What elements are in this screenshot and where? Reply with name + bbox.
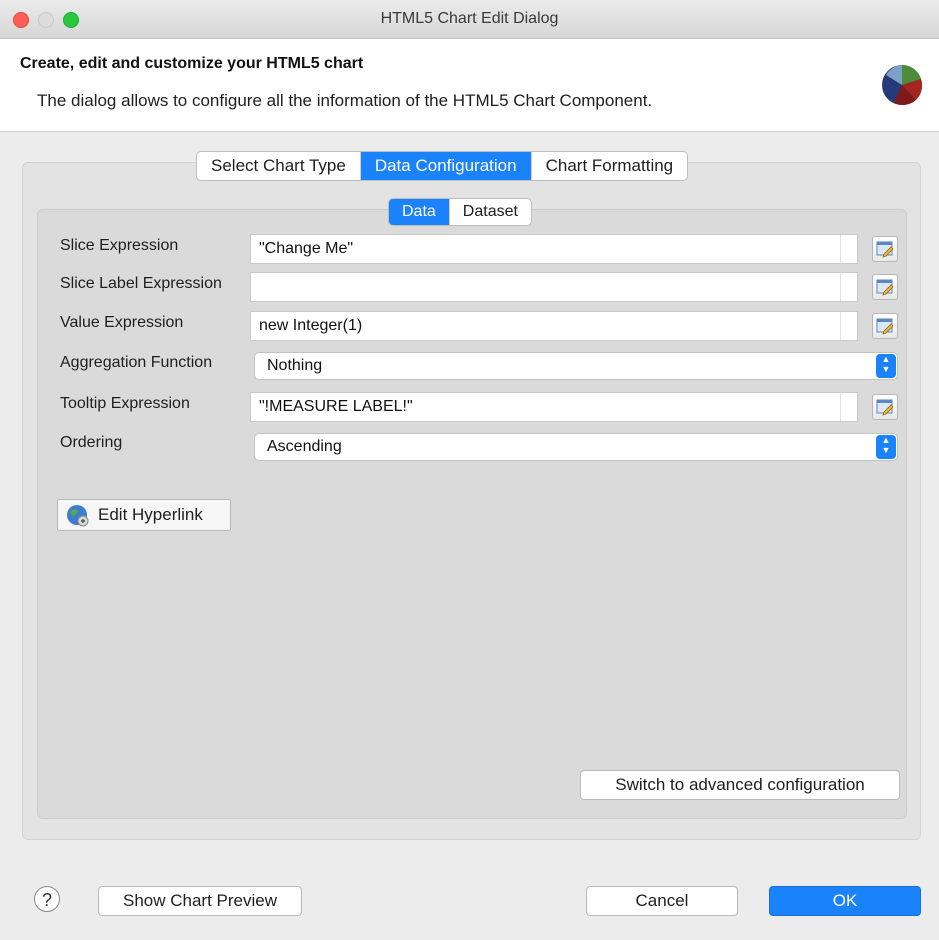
help-button[interactable]: ? bbox=[34, 886, 60, 912]
tab-chart-formatting[interactable]: Chart Formatting bbox=[532, 152, 688, 180]
slice-expression-edit-button[interactable] bbox=[872, 236, 898, 262]
switch-advanced-button[interactable]: Switch to advanced configuration bbox=[580, 770, 900, 800]
tab-data[interactable]: Data bbox=[389, 199, 450, 225]
value-expression-field[interactable]: new Integer(1) bbox=[250, 311, 858, 341]
tooltip-expression-value: "!MEASURE LABEL!" bbox=[259, 398, 413, 415]
dialog-header: Create, edit and customize your HTML5 ch… bbox=[0, 39, 939, 132]
value-expression-label: Value Expression bbox=[60, 314, 184, 331]
slice-label-expression-edit-button[interactable] bbox=[872, 274, 898, 300]
aggregation-function-select[interactable]: Nothing ▲ ▼ bbox=[254, 352, 898, 380]
header-title: Create, edit and customize your HTML5 ch… bbox=[20, 55, 364, 72]
configuration-panel: Select Chart Type Data Configuration Cha… bbox=[22, 151, 921, 840]
globe-icon bbox=[67, 505, 89, 527]
field-grip bbox=[840, 235, 857, 263]
main-tab-bar: Select Chart Type Data Configuration Cha… bbox=[196, 151, 689, 181]
field-grip bbox=[840, 393, 857, 421]
slice-label-expression-label: Slice Label Expression bbox=[60, 275, 222, 292]
pie-chart-icon bbox=[882, 65, 923, 106]
slice-expression-label: Slice Expression bbox=[60, 237, 179, 254]
tab-dataset[interactable]: Dataset bbox=[450, 199, 531, 225]
tab-data-configuration[interactable]: Data Configuration bbox=[360, 152, 532, 180]
value-expression-edit-button[interactable] bbox=[872, 313, 898, 339]
slice-expression-field[interactable]: "Change Me" bbox=[250, 234, 858, 264]
chevron-updown-icon: ▲ ▼ bbox=[876, 354, 896, 378]
slice-expression-value: "Change Me" bbox=[259, 240, 354, 257]
ok-button[interactable]: OK bbox=[769, 886, 921, 916]
ordering-value: Ascending bbox=[267, 438, 342, 455]
data-panel: Data Dataset Slice Expression "Change Me… bbox=[37, 198, 907, 819]
tooltip-expression-label: Tooltip Expression bbox=[60, 395, 190, 412]
sub-tab-bar: Data Dataset bbox=[388, 198, 532, 226]
window-title: HTML5 Chart Edit Dialog bbox=[380, 10, 559, 27]
tooltip-expression-field[interactable]: "!MEASURE LABEL!" bbox=[250, 392, 858, 422]
slice-label-expression-field[interactable] bbox=[250, 272, 858, 302]
header-description: The dialog allows to configure all the i… bbox=[37, 91, 653, 110]
field-grip bbox=[840, 273, 857, 301]
chevron-updown-icon: ▲ ▼ bbox=[876, 435, 896, 459]
ordering-label: Ordering bbox=[60, 434, 123, 451]
field-grip bbox=[840, 312, 857, 340]
expression-editor-icon bbox=[876, 279, 894, 296]
edit-hyperlink-label: Edit Hyperlink bbox=[98, 505, 203, 524]
aggregation-function-label: Aggregation Function bbox=[60, 354, 213, 371]
show-chart-preview-button[interactable]: Show Chart Preview bbox=[98, 886, 302, 916]
edit-hyperlink-button[interactable]: Edit Hyperlink bbox=[57, 499, 231, 531]
tooltip-expression-edit-button[interactable] bbox=[872, 394, 898, 420]
expression-editor-icon bbox=[876, 241, 894, 258]
expression-editor-icon bbox=[876, 399, 894, 416]
dialog-content: Select Chart Type Data Configuration Cha… bbox=[0, 132, 939, 940]
value-expression-value: new Integer(1) bbox=[259, 317, 363, 334]
cancel-button[interactable]: Cancel bbox=[586, 886, 738, 916]
ordering-select[interactable]: Ascending ▲ ▼ bbox=[254, 433, 898, 461]
title-bar: HTML5 Chart Edit Dialog bbox=[0, 0, 939, 39]
expression-editor-icon bbox=[876, 318, 894, 335]
tab-select-chart-type[interactable]: Select Chart Type bbox=[197, 152, 361, 180]
aggregation-function-value: Nothing bbox=[267, 357, 323, 374]
